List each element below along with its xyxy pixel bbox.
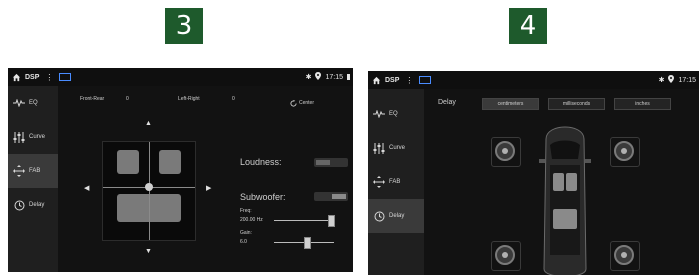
sidebar-item-label: FAB — [29, 168, 41, 174]
sidebar-item-label: EQ — [29, 100, 38, 106]
more-icon[interactable]: ⋮ — [45, 73, 53, 82]
more-icon[interactable]: ⋮ — [405, 76, 413, 85]
sidebar: EQ Curve FAB Delay — [368, 89, 424, 275]
waveform-icon — [372, 107, 386, 121]
delay-screen: DSP ⋮ ✱ 17:15 EQ Curve FAB Delay Delay c… — [368, 71, 699, 275]
balance-point[interactable] — [145, 183, 153, 191]
clock-icon — [372, 209, 386, 223]
delay-label: Delay — [438, 99, 456, 106]
speaker-rear-left-icon[interactable] — [495, 245, 515, 265]
speaker-front-left-icon[interactable] — [495, 141, 515, 161]
front-left-seat — [117, 150, 139, 174]
sidebar-item-curve[interactable]: Curve — [368, 131, 424, 165]
balance-crosshair-vertical — [149, 142, 150, 240]
subwoofer-toggle[interactable] — [314, 192, 348, 201]
loudness-toggle[interactable] — [314, 158, 348, 167]
gain-label: Gain: — [240, 230, 252, 236]
sidebar-item-label: Delay — [389, 213, 405, 219]
location-icon — [668, 75, 675, 85]
arrow-right-button[interactable]: ▶ — [206, 184, 211, 192]
unit-centimeters-button[interactable]: centimeters — [482, 98, 539, 110]
freq-slider[interactable] — [274, 215, 335, 227]
freq-label: Freq: — [240, 208, 252, 214]
left-right-label: Left-Right — [178, 96, 200, 102]
clock-icon — [12, 198, 26, 212]
sliders-icon — [12, 130, 26, 144]
delay-content: Delay centimeters milliseconds inches — [424, 89, 699, 275]
center-button[interactable]: Center — [290, 94, 314, 112]
fab-content: Front-Rear 0 Left-Right 0 Center ▲ ▼ ◀ ▶… — [58, 86, 353, 272]
status-bar: DSP ⋮ ✱ 17:15 — [368, 71, 699, 89]
sidebar-item-label: Curve — [389, 145, 406, 151]
front-rear-label: Front-Rear — [80, 96, 105, 102]
sidebar-item-label: Curve — [29, 134, 46, 140]
freq-slider-thumb[interactable] — [328, 215, 335, 227]
sidebar-item-label: FAB — [389, 179, 401, 185]
waveform-icon — [12, 96, 26, 110]
screen-icon — [419, 76, 432, 84]
location-icon — [315, 72, 322, 82]
sidebar-item-label: Delay — [29, 202, 45, 208]
screen-icon — [59, 73, 72, 81]
bluetooth-icon: ✱ — [305, 74, 312, 81]
front-rear-value: 0 — [126, 96, 129, 102]
sidebar-item-curve[interactable]: Curve — [8, 120, 58, 154]
arrow-down-button[interactable]: ▼ — [145, 248, 152, 255]
gain-value: 6.0 — [240, 239, 247, 245]
speaker-front-right-icon[interactable] — [614, 141, 634, 161]
car-interior[interactable] — [102, 141, 196, 241]
freq-value: 200.00 Hz — [240, 217, 263, 223]
left-right-value: 0 — [232, 96, 235, 102]
app-title: DSP — [25, 73, 40, 81]
home-icon[interactable] — [372, 75, 382, 85]
status-bar: DSP ⋮ ✱ 17:15 — [8, 68, 353, 86]
sidebar-item-eq[interactable]: EQ — [368, 97, 424, 131]
speaker-rear-right-icon[interactable] — [614, 245, 634, 265]
step-badge-3: 3 — [165, 8, 203, 44]
home-icon[interactable] — [12, 72, 22, 82]
car-top-view-icon — [536, 119, 594, 275]
reset-icon — [290, 94, 297, 112]
crosshair-icon — [12, 164, 26, 178]
front-right-seat — [159, 150, 181, 174]
unit-milliseconds-button[interactable]: milliseconds — [548, 98, 605, 110]
center-label: Center — [299, 100, 315, 106]
gain-slider-thumb[interactable] — [304, 237, 311, 249]
sidebar-item-fab[interactable]: FAB — [8, 154, 58, 188]
subwoofer-label: Subwoofer: — [240, 192, 286, 202]
sidebar: EQ Curve FAB Delay — [8, 86, 58, 272]
crosshair-icon — [372, 175, 386, 189]
app-title: DSP — [385, 76, 400, 84]
arrow-left-button[interactable]: ◀ — [84, 184, 89, 192]
bluetooth-icon: ✱ — [658, 77, 665, 84]
sidebar-item-delay[interactable]: Delay — [368, 199, 424, 233]
sidebar-item-delay[interactable]: Delay — [8, 188, 58, 222]
sidebar-item-label: EQ — [389, 111, 398, 117]
unit-inches-button[interactable]: inches — [614, 98, 671, 110]
sidebar-item-fab[interactable]: FAB — [368, 165, 424, 199]
step-badge-4: 4 — [509, 8, 547, 44]
clock-time: 17:15 — [678, 76, 696, 84]
battery-icon — [347, 74, 350, 80]
fab-screen: DSP ⋮ ✱ 17:15 EQ Curve FAB Delay Front-R… — [8, 68, 353, 272]
clock-time: 17:15 — [325, 73, 343, 81]
sliders-icon — [372, 141, 386, 155]
sidebar-item-eq[interactable]: EQ — [8, 86, 58, 120]
loudness-label: Loudness: — [240, 157, 282, 167]
gain-slider[interactable] — [274, 237, 334, 249]
arrow-up-button[interactable]: ▲ — [145, 120, 152, 127]
